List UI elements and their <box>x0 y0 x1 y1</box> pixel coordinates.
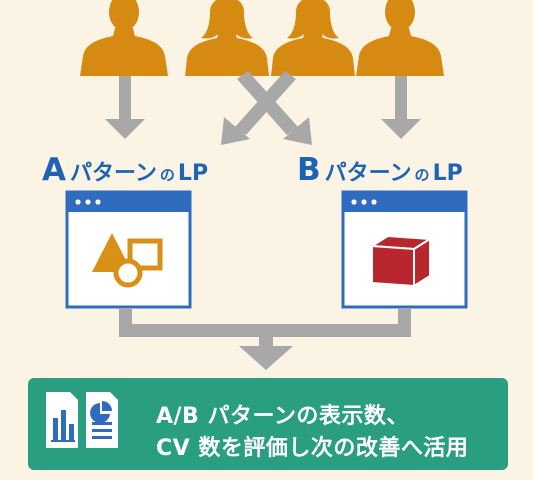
lp-b-letter: B <box>297 152 321 188</box>
lp-b-label: パターン <box>324 161 412 186</box>
cube-icon <box>371 235 431 287</box>
ab-test-diagram: A パターン の LP B パターン の LP A/B パターンの表示数、 CV… <box>0 0 533 480</box>
arrow-cross-to-lp-a <box>221 71 296 145</box>
lp-b-browser-window <box>341 190 468 309</box>
result-text-line1: A/B パターンの表示数、 <box>156 404 409 429</box>
lp-b-title: B パターン の LP <box>297 152 463 188</box>
arrow-to-lp-a-straight <box>105 76 145 139</box>
arrow-to-lp-b-straight <box>381 76 421 139</box>
bar-chart-report-icon <box>46 392 78 448</box>
lp-a-suffix: LP <box>177 161 209 186</box>
merge-arrow <box>119 309 411 370</box>
male-user-icon <box>80 0 168 76</box>
result-text-line2: CV 数を評価し次の改善へ活用 <box>156 436 469 461</box>
female-user-icon <box>271 0 355 76</box>
female-user-icon <box>185 0 269 76</box>
lp-a-title: A パターン の LP <box>42 152 208 188</box>
pie-chart-document-icon <box>86 392 118 448</box>
arrow-cross-to-lp-b <box>237 71 312 145</box>
lp-a-particle: の <box>159 166 175 184</box>
lp-a-letter: A <box>42 152 66 188</box>
lp-b-particle: の <box>414 166 430 184</box>
lp-b-suffix: LP <box>432 161 463 186</box>
male-user-icon <box>356 0 444 76</box>
lp-a-browser-window <box>65 190 192 309</box>
lp-a-label: パターン <box>70 161 157 186</box>
